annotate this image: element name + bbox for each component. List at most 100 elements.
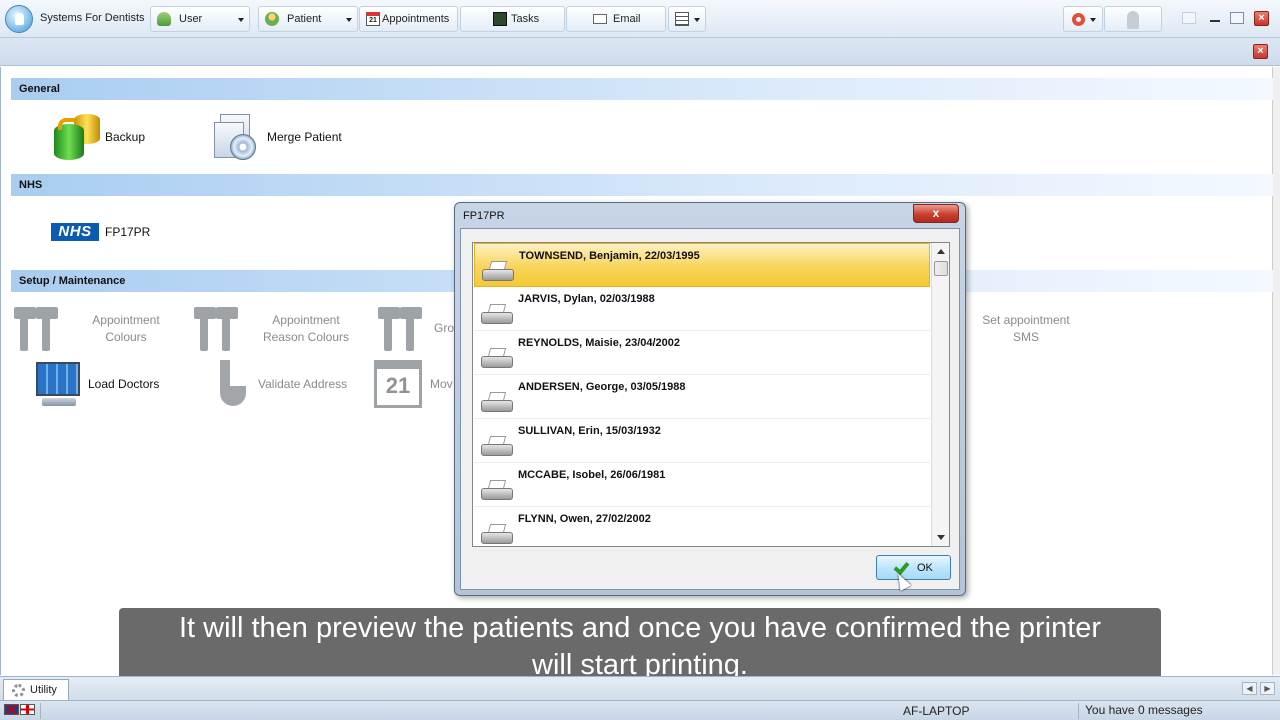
patient-name: TOWNSEND, Benjamin, 22/03/1995 xyxy=(519,250,700,262)
patient-label: Patient xyxy=(287,13,322,25)
envelope-icon xyxy=(593,14,607,24)
video-caption: It will then preview the patients and on… xyxy=(119,608,1161,686)
minimize-button[interactable] xyxy=(1208,12,1222,24)
app-logo-icon[interactable] xyxy=(5,5,33,33)
chevron-down-icon xyxy=(694,18,700,22)
machine-name: AF-LAPTOP xyxy=(903,704,970,718)
status-divider xyxy=(40,703,41,719)
backup-tile[interactable]: Backup xyxy=(52,112,145,162)
list-item[interactable]: FLYNN, Owen, 27/02/2002 xyxy=(474,507,930,546)
validate-address-label: Validate Address xyxy=(258,376,348,391)
layout-icon xyxy=(675,12,689,26)
document-tab-strip: × xyxy=(0,38,1280,66)
email-button[interactable]: Email xyxy=(566,6,666,32)
help-button[interactable] xyxy=(1063,6,1103,32)
list-item[interactable]: TOWNSEND, Benjamin, 22/03/1995 xyxy=(474,243,930,287)
appointment-reason-colours-tile[interactable]: Appointment Reason Colours xyxy=(192,304,362,354)
dialog-body: TOWNSEND, Benjamin, 22/03/1995 JARVIS, D… xyxy=(460,228,960,590)
fp17pr-tile[interactable]: NHS FP17PR xyxy=(51,222,150,242)
appointments-label: Appointments xyxy=(382,13,450,25)
patient-name: FLYNN, Owen, 27/02/2002 xyxy=(518,513,651,525)
nhs-logo-icon: NHS xyxy=(51,223,99,241)
patient-name: REYNOLDS, Maisie, 23/04/2002 xyxy=(518,337,681,349)
ok-label: OK xyxy=(917,561,933,574)
set-appointment-sms-tile[interactable]: Set appointment SMS xyxy=(970,310,1085,350)
tools-icon xyxy=(376,305,424,353)
move-tile[interactable]: 21 Mov xyxy=(374,360,456,408)
load-doctors-label: Load Doctors xyxy=(88,377,160,391)
scroll-down-icon[interactable] xyxy=(937,535,945,540)
calendar-icon: 21 xyxy=(366,12,380,26)
chevron-down-icon xyxy=(1090,18,1096,22)
printer-icon xyxy=(481,304,513,326)
minimize-icon xyxy=(1210,20,1220,22)
section-nhs: NHS xyxy=(11,174,1273,196)
appointments-button[interactable]: 21 Appointments xyxy=(359,6,458,32)
close-page-button[interactable]: × xyxy=(1253,44,1268,59)
group-tile[interactable]: Gro xyxy=(376,304,456,354)
scroll-up-icon[interactable] xyxy=(937,249,945,254)
chevron-down-icon xyxy=(238,18,244,22)
dialog-close-button[interactable]: x xyxy=(913,204,959,223)
tab-utility[interactable]: Utility xyxy=(3,679,69,700)
patient-list[interactable]: TOWNSEND, Benjamin, 22/03/1995 JARVIS, D… xyxy=(472,242,950,547)
tab-scroll-right-button[interactable]: ▶ xyxy=(1260,682,1275,695)
merge-patient-label: Merge Patient xyxy=(267,130,342,144)
ok-button[interactable]: OK xyxy=(876,555,951,580)
tools-icon xyxy=(192,305,240,353)
list-item[interactable]: REYNOLDS, Maisie, 23/04/2002 xyxy=(474,331,930,375)
list-item[interactable]: JARVIS, Dylan, 02/03/1988 xyxy=(474,287,930,331)
printer-icon xyxy=(481,348,513,370)
scroll-thumb[interactable] xyxy=(934,261,948,276)
list-item[interactable]: ANDERSEN, George, 03/05/1988 xyxy=(474,375,930,419)
merge-patient-tile[interactable]: Merge Patient xyxy=(212,112,342,162)
caption-line-1: It will then preview the patients and on… xyxy=(178,612,1102,644)
restore-icon[interactable] xyxy=(1182,12,1196,24)
patient-name: ANDERSEN, George, 03/05/1988 xyxy=(518,381,686,393)
appointment-colours-tile[interactable]: Appointment Colours xyxy=(12,304,172,354)
tab-scroll-left-button[interactable]: ◀ xyxy=(1242,682,1257,695)
calendar-day: 21 xyxy=(385,373,411,398)
load-doctors-tile[interactable]: Load Doctors xyxy=(34,360,159,408)
user-label: User xyxy=(179,13,203,25)
printer-icon xyxy=(481,524,513,546)
printer-icon xyxy=(481,392,513,414)
window-close-button[interactable]: × xyxy=(1254,11,1269,26)
status-bar: AF-LAPTOP You have 0 messages xyxy=(0,700,1280,720)
page-scrollbar[interactable] xyxy=(1272,67,1280,675)
list-item[interactable]: MCCABE, Isobel, 26/06/1981 xyxy=(474,463,930,507)
user-icon xyxy=(157,12,171,26)
list-scrollbar[interactable] xyxy=(931,243,949,546)
view-layout-button[interactable] xyxy=(668,6,706,32)
backup-label: Backup xyxy=(105,130,146,144)
app-title: Systems For Dentists xyxy=(40,12,145,24)
chevron-down-icon xyxy=(346,18,352,22)
calendar-icon: 21 xyxy=(374,360,422,408)
set-appointment-sms-label: Set appointment SMS xyxy=(982,313,1070,344)
tasks-label: Tasks xyxy=(511,13,540,25)
group-label: Gro xyxy=(434,321,455,335)
list-item[interactable]: SULLIVAN, Erin, 15/03/1932 xyxy=(474,419,930,463)
patient-menu-button[interactable]: Patient xyxy=(258,6,358,32)
pipe-icon xyxy=(216,360,252,408)
gear-icon xyxy=(12,684,25,697)
move-label: Mov xyxy=(430,377,453,391)
section-general: General xyxy=(11,78,1273,100)
maximize-button[interactable] xyxy=(1230,12,1244,24)
printer-icon xyxy=(481,436,513,458)
tools-icon xyxy=(12,305,60,353)
account-button[interactable] xyxy=(1104,6,1162,32)
merge-patient-icon xyxy=(212,112,262,162)
dialog-title: FP17PR xyxy=(463,210,505,222)
patient-name: SULLIVAN, Erin, 15/03/1932 xyxy=(518,425,661,437)
tasks-icon xyxy=(493,12,507,26)
printer-icon xyxy=(481,480,513,502)
validate-address-tile[interactable]: Validate Address xyxy=(216,360,347,408)
monitor-icon xyxy=(34,360,84,408)
messages-status[interactable]: You have 0 messages xyxy=(1085,703,1203,717)
user-menu-button[interactable]: User xyxy=(150,6,250,32)
tasks-button[interactable]: Tasks xyxy=(460,6,565,32)
status-divider xyxy=(1078,703,1079,719)
email-label: Email xyxy=(613,13,641,25)
fp17pr-label: FP17PR xyxy=(105,225,151,239)
